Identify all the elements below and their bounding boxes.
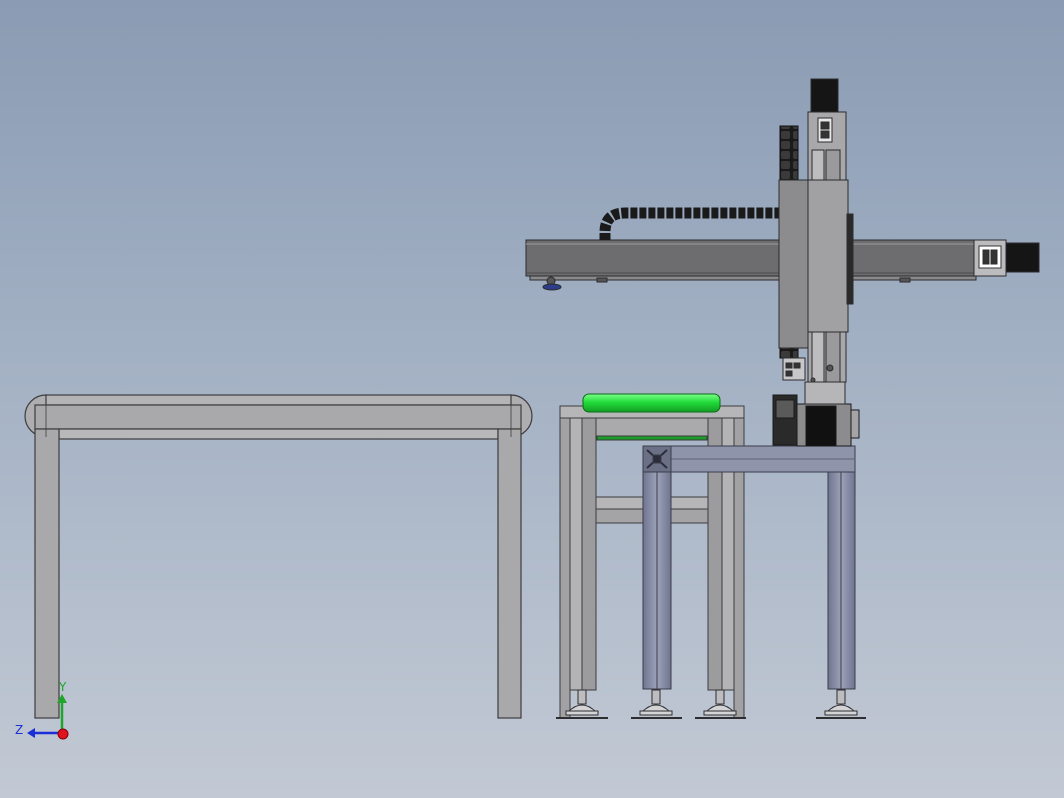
triad-origin-x	[57, 728, 69, 740]
conveyor-lower-rail	[58, 428, 499, 440]
suction-cup	[542, 283, 562, 291]
robot-base-frame	[642, 445, 856, 690]
conveyor-leg-left	[34, 428, 60, 719]
drag-chain-horizontal	[599, 207, 780, 240]
foot-4	[816, 689, 866, 719]
gantry-motor	[1005, 242, 1040, 273]
conveyor-belt-top	[45, 394, 512, 406]
conveyor-top-beam	[34, 404, 522, 430]
foot-2	[631, 689, 682, 719]
z-axis-motor	[810, 78, 839, 113]
z-carriage	[778, 179, 809, 349]
conveyor-table	[24, 394, 533, 719]
triad-z-label: Z	[15, 723, 23, 737]
green-part	[582, 393, 721, 413]
triad-y-label: Y	[58, 680, 67, 694]
leveling-feet	[556, 689, 866, 719]
conveyor-leg-right	[497, 428, 522, 719]
cad-viewport[interactable]: Y Z	[0, 0, 1064, 798]
